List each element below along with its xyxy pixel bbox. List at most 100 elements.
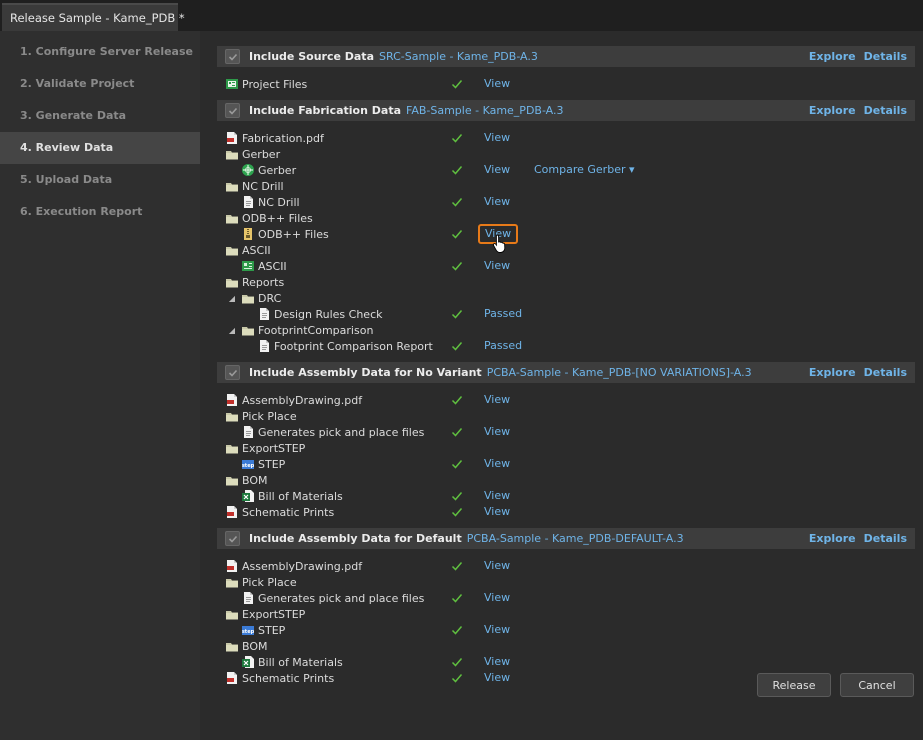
file-icon (260, 340, 269, 352)
tree-item[interactable]: ODB++ Files (225, 210, 313, 226)
tree-item[interactable]: Project Files (225, 76, 307, 92)
wizard-step[interactable]: 1. Configure Server Release (0, 36, 200, 68)
view-link[interactable]: View (484, 392, 510, 408)
section-actions: Explore Details (809, 362, 907, 383)
folder-icon (226, 279, 238, 288)
tree-item-label: Gerber (242, 147, 281, 161)
tree-item[interactable]: step STEP (241, 622, 285, 638)
title-bar: Release Sample - Kame_PDB * (0, 0, 923, 31)
tree-item[interactable]: Bill of Materials (241, 488, 343, 504)
view-link[interactable]: View (484, 424, 510, 440)
view-link[interactable]: View (484, 488, 510, 504)
tree-item[interactable]: ExportSTEP (225, 440, 305, 456)
success-check-icon (451, 460, 463, 469)
wizard-step[interactable]: 2. Validate Project (0, 68, 200, 100)
section-header: Include Source Data SRC-Sample - Kame_PDB… (217, 46, 915, 67)
tree-item[interactable]: step STEP (241, 456, 285, 472)
view-link[interactable]: View (484, 504, 510, 520)
file-icon (244, 426, 253, 438)
tree-item[interactable]: Pick Place (225, 408, 297, 424)
compare-gerber-dropdown[interactable]: Compare Gerber ▾ (534, 162, 635, 178)
details-link[interactable]: Details (864, 366, 907, 379)
tree-item[interactable]: Schematic Prints (225, 504, 334, 520)
include-checkbox[interactable] (225, 365, 240, 380)
tree-item[interactable]: Pick Place (225, 574, 297, 590)
folder-icon (226, 477, 238, 486)
explore-link[interactable]: Explore (809, 366, 856, 379)
include-checkbox[interactable] (225, 49, 240, 64)
view-link[interactable]: View (484, 654, 510, 670)
view-link[interactable]: View (484, 670, 510, 686)
wizard-step[interactable]: 4. Review Data (0, 132, 200, 164)
success-check-icon (451, 396, 463, 405)
cancel-button[interactable]: Cancel (840, 673, 914, 697)
tree-item[interactable]: Fabrication.pdf (225, 130, 324, 146)
details-link[interactable]: Details (864, 532, 907, 545)
success-check-icon (451, 198, 463, 207)
tree-item[interactable]: Footprint Comparison Report (257, 338, 433, 354)
include-checkbox[interactable] (225, 103, 240, 118)
include-checkbox[interactable] (225, 531, 240, 546)
tree-item[interactable]: AssemblyDrawing.pdf (225, 392, 362, 408)
tree-item[interactable]: Schematic Prints (225, 670, 334, 686)
status-passed: Passed (484, 339, 523, 352)
view-link[interactable]: View (484, 558, 510, 574)
view-link[interactable]: View (484, 258, 510, 274)
details-link[interactable]: Details (864, 50, 907, 63)
view-link[interactable]: View (484, 76, 510, 92)
section-item-id[interactable]: FAB-Sample - Kame_PDB-A.3 (406, 104, 564, 117)
tree-item[interactable]: Gerber (225, 146, 280, 162)
svg-text:step: step (242, 629, 255, 635)
tree-item[interactable]: AssemblyDrawing.pdf (225, 558, 362, 574)
tree-item[interactable]: Bill of Materials (241, 654, 343, 670)
tree-item[interactable]: Generates pick and place files (241, 590, 424, 606)
view-link[interactable]: View (484, 194, 510, 210)
success-check-icon (451, 508, 463, 517)
view-link[interactable]: View (484, 622, 510, 638)
svg-text:step: step (242, 463, 255, 469)
tree-item-label: Footprint Comparison Report (274, 339, 433, 353)
explore-link[interactable]: Explore (809, 104, 856, 117)
section-item-id[interactable]: PCBA-Sample - Kame_PDB-[NO VARIATIONS]-A… (487, 366, 752, 379)
success-check-icon (451, 230, 463, 239)
explore-link[interactable]: Explore (809, 532, 856, 545)
tree-item[interactable]: ASCII (225, 242, 271, 258)
tree-item[interactable]: Gerber (241, 162, 296, 178)
tree-item[interactable]: ◢ DRC (227, 290, 281, 306)
tree-item[interactable]: NC Drill (241, 194, 300, 210)
wizard-step[interactable]: 6. Execution Report (0, 196, 200, 228)
tree-item[interactable]: ASCII (241, 258, 287, 274)
collapse-arrow-icon[interactable]: ◢ (227, 294, 237, 303)
view-link[interactable]: View (484, 162, 510, 178)
tree-item[interactable]: Reports (225, 274, 284, 290)
view-link[interactable]: View (484, 590, 510, 606)
view-link[interactable]: View (484, 456, 510, 472)
success-check-icon (451, 492, 463, 501)
tree-item[interactable]: ExportSTEP (225, 606, 305, 622)
file-icon (244, 196, 253, 208)
tree-item-label: ASCII (258, 259, 287, 273)
wizard-step[interactable]: 5. Upload Data (0, 164, 200, 196)
tree-item-label: AssemblyDrawing.pdf (242, 559, 363, 573)
success-check-icon (451, 342, 463, 351)
view-link[interactable]: View (484, 130, 510, 146)
tree-item[interactable]: NC Drill (225, 178, 284, 194)
wizard-step[interactable]: 3. Generate Data (0, 100, 200, 132)
section-item-id[interactable]: PCBA-Sample - Kame_PDB-DEFAULT-A.3 (467, 532, 684, 545)
section-item-id[interactable]: SRC-Sample - Kame_PDB-A.3 (379, 50, 538, 63)
tree-item[interactable]: BOM (225, 638, 268, 654)
tree-item-label: Project Files (242, 77, 308, 91)
details-link[interactable]: Details (864, 104, 907, 117)
section-title: Include Assembly Data for No Variant (249, 366, 482, 379)
document-tab[interactable]: Release Sample - Kame_PDB * (2, 3, 185, 31)
tree-item[interactable]: BOM (225, 472, 268, 488)
tree-item[interactable]: ◢ FootprintComparison (227, 322, 374, 338)
tree-item-label: Bill of Materials (258, 655, 343, 669)
tree-item[interactable]: Generates pick and place files (241, 424, 424, 440)
explore-link[interactable]: Explore (809, 50, 856, 63)
tree-item[interactable]: Design Rules Check (257, 306, 383, 322)
success-check-icon (451, 658, 463, 667)
tree-item[interactable]: ODB++ Files (241, 226, 329, 242)
collapse-arrow-icon[interactable]: ◢ (227, 326, 237, 335)
release-button[interactable]: Release (757, 673, 831, 697)
